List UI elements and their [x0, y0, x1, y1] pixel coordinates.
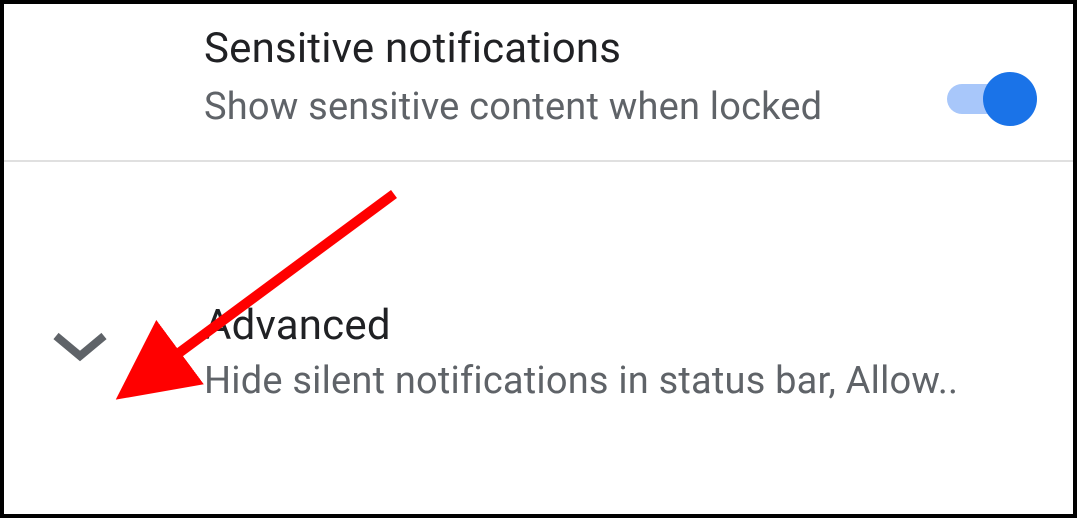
settings-panel: Sensitive notifications Show sensitive c…	[0, 0, 1077, 518]
sensitive-notifications-row[interactable]: Sensitive notifications Show sensitive c…	[4, 4, 1073, 160]
advanced-title: Advanced	[204, 300, 1043, 353]
sensitive-notifications-title: Sensitive notifications	[204, 22, 1023, 77]
toggle-thumb	[983, 72, 1037, 126]
advanced-row[interactable]: Advanced Hide silent notifications in st…	[4, 162, 1073, 426]
chevron-down-icon	[52, 330, 108, 386]
advanced-text: Advanced Hide silent notifications in st…	[204, 300, 1043, 406]
sensitive-notifications-text: Sensitive notifications Show sensitive c…	[204, 22, 1043, 132]
advanced-subtitle: Hide silent notifications in status bar,…	[204, 358, 1043, 406]
sensitive-notifications-toggle[interactable]	[947, 72, 1037, 126]
sensitive-notifications-subtitle: Show sensitive content when locked	[204, 83, 1023, 132]
